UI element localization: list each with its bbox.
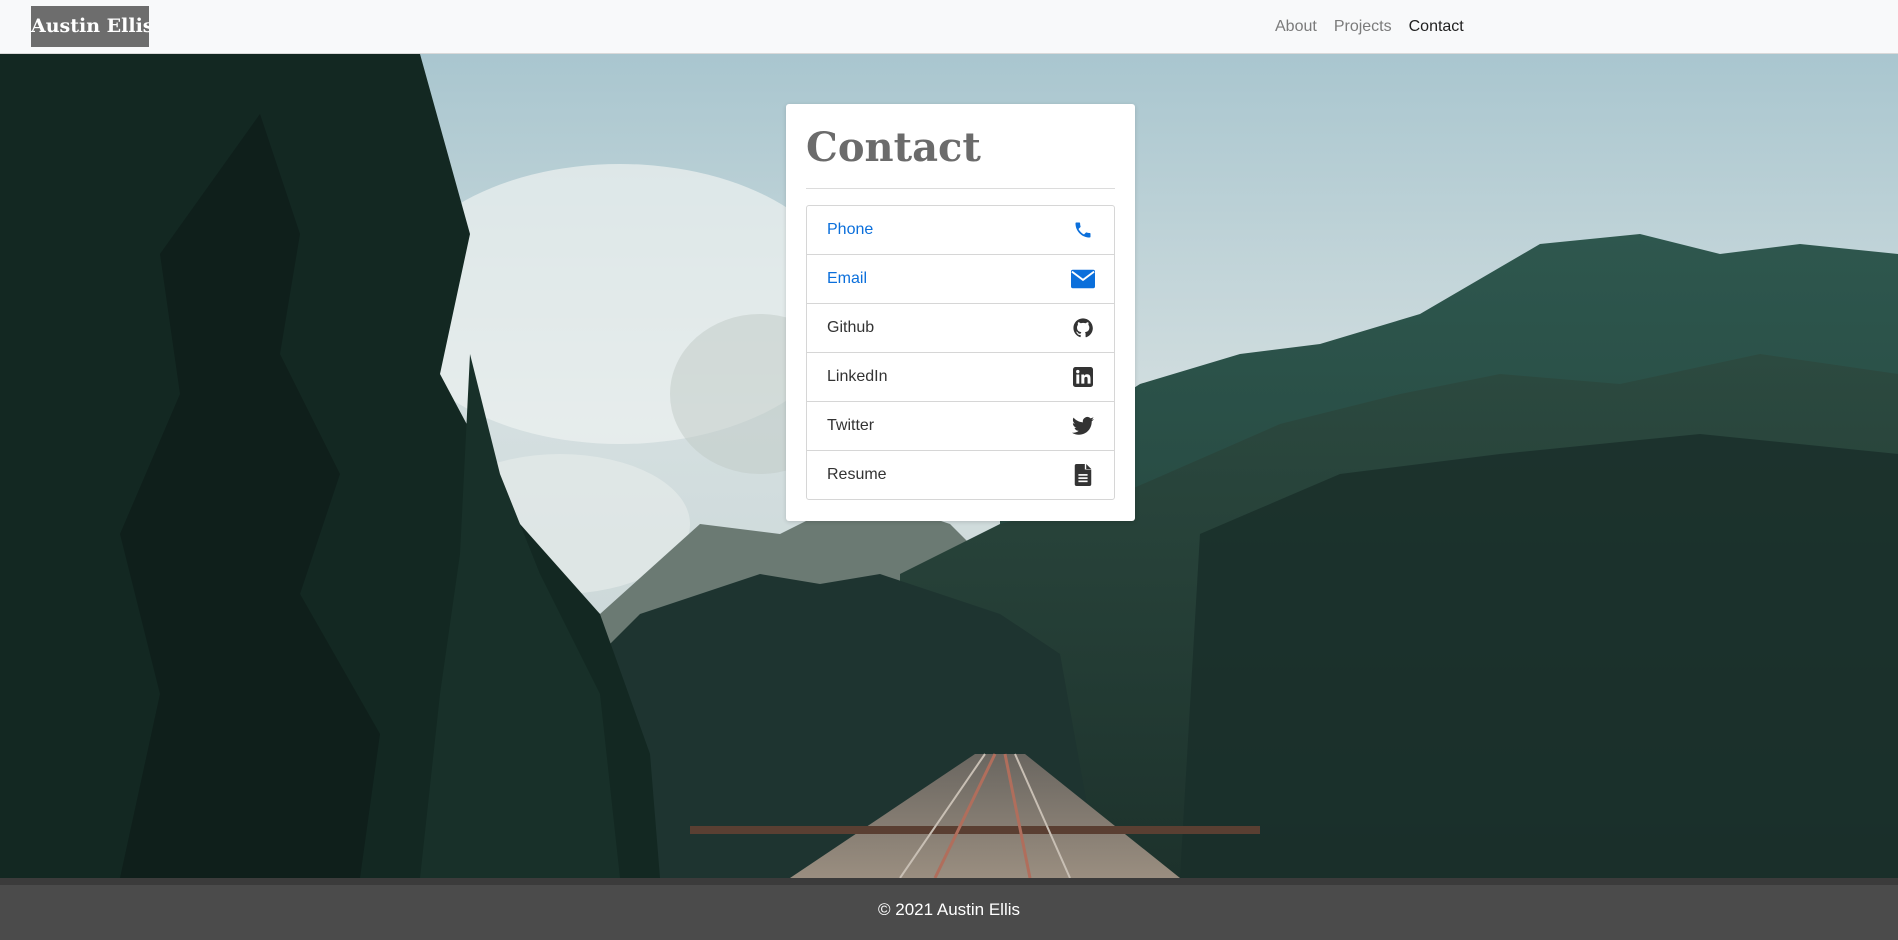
navbar: Austin Ellis About Projects Contact — [0, 0, 1898, 54]
contact-title: Contact — [806, 124, 981, 171]
file-icon — [1071, 463, 1095, 487]
twitter-icon — [1071, 414, 1095, 438]
nav-link-projects[interactable]: Projects — [1334, 18, 1392, 36]
contact-item-label: Resume — [827, 466, 887, 483]
brand-logo[interactable]: Austin Ellis — [31, 6, 149, 47]
contact-item-label: Twitter — [827, 417, 875, 434]
contact-item-twitter[interactable]: Twitter — [807, 402, 1114, 451]
divider — [806, 188, 1115, 189]
github-icon — [1071, 316, 1095, 340]
contact-item-linkedin[interactable]: LinkedIn — [807, 353, 1114, 402]
envelope-icon — [1071, 267, 1095, 291]
nav-link-about[interactable]: About — [1275, 18, 1317, 36]
contact-item-email[interactable]: Email — [807, 255, 1114, 304]
contact-item-phone[interactable]: Phone — [807, 206, 1114, 255]
footer-copyright: © 2021 Austin Ellis — [878, 900, 1020, 919]
contact-item-label: Phone — [827, 221, 874, 238]
contact-item-github[interactable]: Github — [807, 304, 1114, 353]
nav-link-contact[interactable]: Contact — [1409, 18, 1464, 36]
contact-item-label: LinkedIn — [827, 368, 888, 385]
phone-icon — [1071, 218, 1095, 242]
contact-item-label: Github — [827, 319, 875, 336]
contact-item-label: Email — [827, 270, 868, 287]
footer: © 2021 Austin Ellis — [0, 878, 1898, 940]
nav-links: About Projects Contact — [1275, 0, 1481, 54]
contact-card: Contact Phone Email Github LinkedIn Twit… — [786, 104, 1135, 521]
linkedin-icon — [1071, 365, 1095, 389]
contact-list: Phone Email Github LinkedIn Twitter Resu… — [806, 205, 1115, 500]
contact-item-resume[interactable]: Resume — [807, 451, 1114, 499]
